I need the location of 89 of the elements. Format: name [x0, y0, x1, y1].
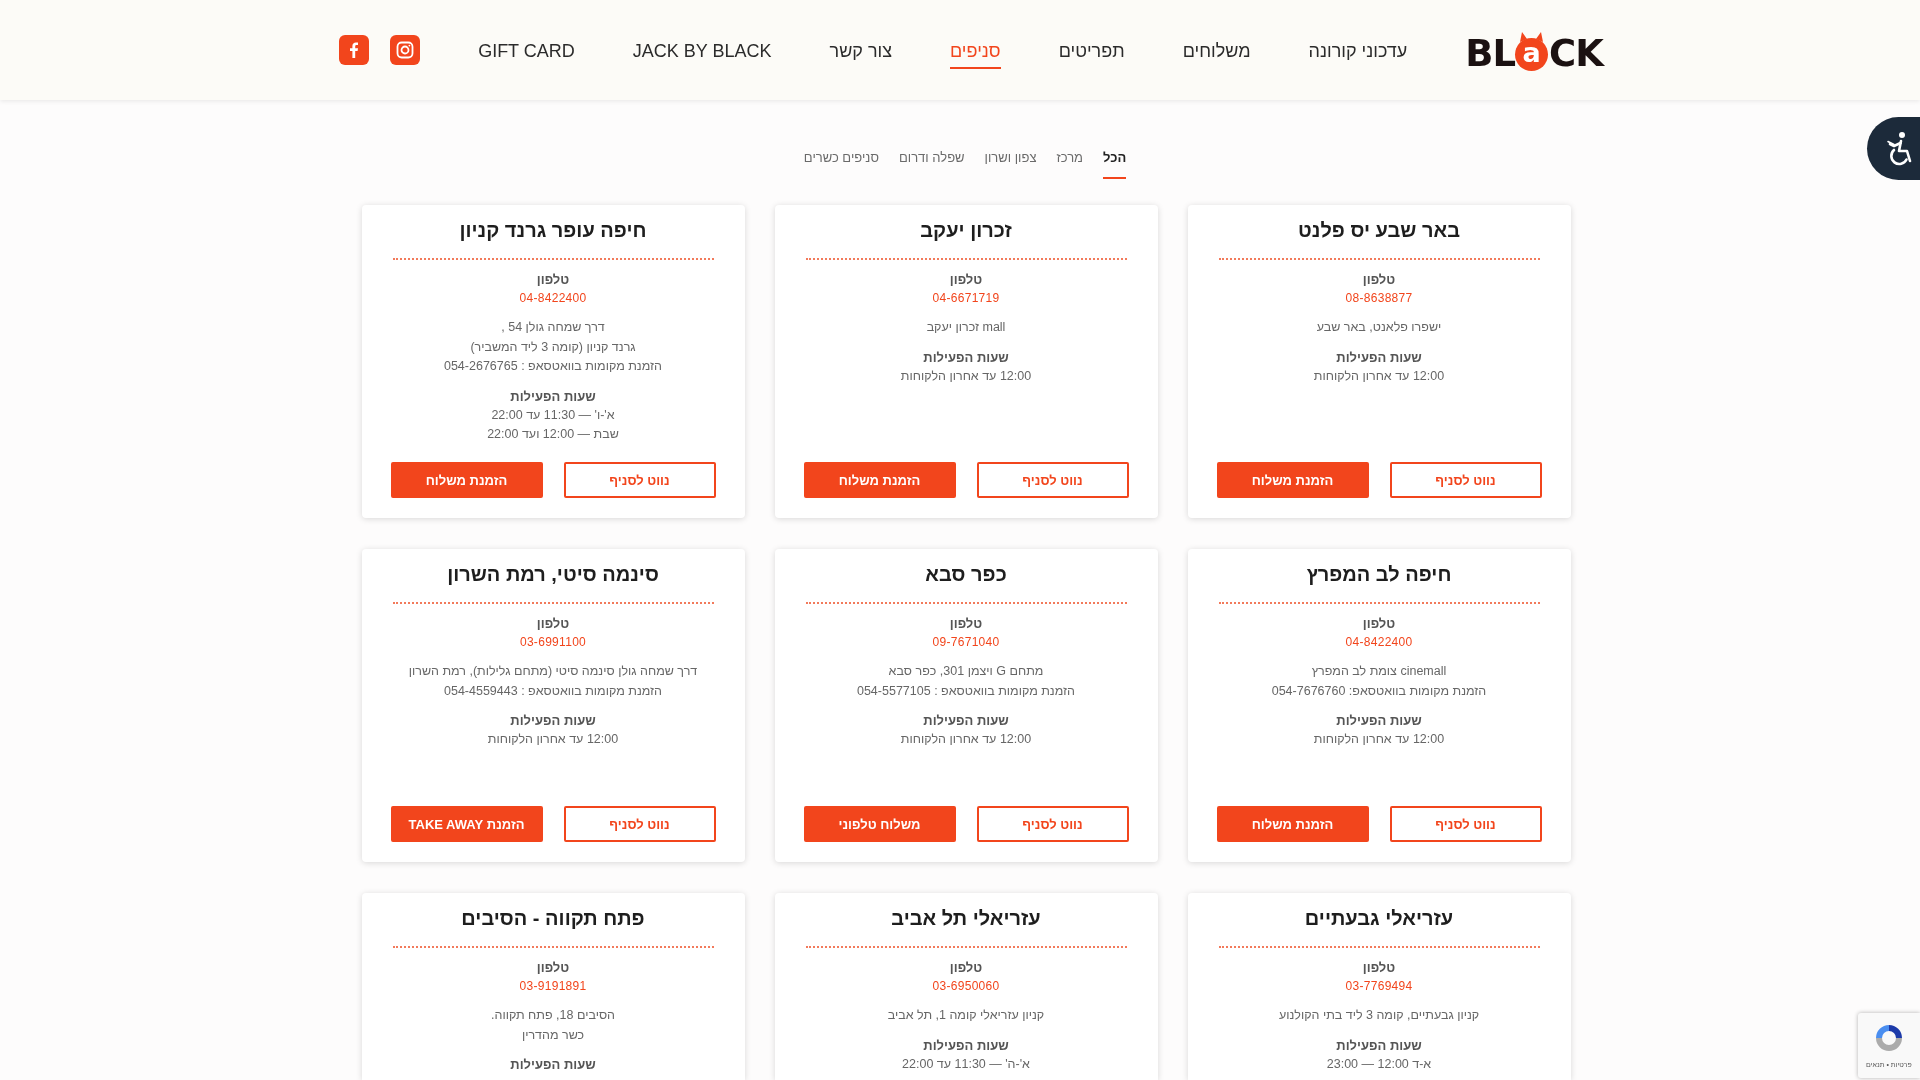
nav-link[interactable]: תפריטים: [1058, 31, 1125, 69]
hours-label: שעות הפעילות: [923, 1036, 1009, 1055]
branch-name: חיפה עופר גרנד קניון: [459, 218, 647, 243]
nav-link[interactable]: JACK BY BLACK: [632, 31, 772, 69]
hours-line: 12:00 עד אחרון הלקוחות: [1313, 731, 1445, 748]
phone-label: טלפון: [1362, 960, 1396, 976]
hours-label: שעות הפעילות: [1336, 348, 1422, 367]
hours-line: א'-ו' — 11:30 עד 22:00: [491, 406, 615, 424]
hours-line: 12:00 עד אחרון הלקוחות: [900, 731, 1032, 748]
hours-label: שעות הפעילות: [1336, 1036, 1422, 1055]
phone-link[interactable]: 03-6950060: [932, 976, 1000, 996]
branch-name: חיפה לב המפרץ: [1306, 562, 1452, 587]
navigate-button[interactable]: נווט לסניף: [976, 462, 1129, 498]
phone-link[interactable]: 04-8422400: [519, 288, 587, 308]
phone-label: טלפון: [949, 960, 983, 976]
phone-link[interactable]: 04-8422400: [1345, 632, 1413, 652]
filter-tab[interactable]: מרכז: [1056, 148, 1084, 179]
nav-link[interactable]: סניפים: [950, 31, 1001, 69]
address-line: הזמנת מקומות בוואטסאפ: 054-7676760: [1271, 682, 1487, 700]
address-line: קניון עזריאלי קומה 1, תל אביב: [887, 1007, 1045, 1024]
hours-label: שעות הפעילות: [923, 348, 1009, 367]
nav-link[interactable]: GIFT CARD: [478, 31, 575, 69]
hours-label: שעות הפעילות: [1336, 712, 1422, 730]
address-line: cinemall צומת לב המפרץ: [1311, 663, 1447, 680]
phone-label: טלפון: [536, 272, 570, 288]
nav-link[interactable]: משלוחים: [1182, 31, 1251, 69]
nav-link[interactable]: צור קשר: [829, 31, 892, 69]
address-line: גרנד קניון (קומה 3 ליד המשביר): [470, 338, 636, 356]
hours-line: א'-ה' — 11:30 עד 22:00: [902, 1055, 1030, 1073]
address-line: mall זכרון יעקב: [926, 319, 1006, 336]
navigate-button[interactable]: נווט לסניף: [563, 462, 716, 498]
phone-label: טלפון: [536, 960, 570, 976]
hours-line: 12:00 עד אחרון הלקוחות: [1313, 367, 1445, 385]
facebook-icon[interactable]: [339, 35, 370, 65]
address-line: ישפרו פלאנט, באר שבע: [1316, 319, 1442, 336]
address-line: דרך שמחה גולן 54 ,: [501, 319, 605, 336]
hours-label: שעות הפעילות: [923, 712, 1009, 730]
navigate-button[interactable]: נווט לסניף: [563, 806, 716, 842]
phone-link[interactable]: 09-7671040: [932, 632, 1000, 652]
phone-link[interactable]: 04-6671719: [932, 288, 1000, 308]
branch-name: עזריאלי תל אביב: [891, 906, 1041, 931]
phone-link[interactable]: 08-8638877: [1345, 288, 1413, 308]
order-button[interactable]: הזמנת משלוח: [1216, 462, 1369, 498]
branch-name: זכרון יעקב: [920, 218, 1012, 243]
phone-label: טלפון: [1362, 272, 1396, 288]
filter-tab[interactable]: צפון ושרון: [984, 148, 1037, 179]
phone-label: טלפון: [536, 616, 570, 632]
address-line: דרך שמחה גולן סינמה סיטי (מתחם גלילות), רמת השרון: [408, 663, 698, 680]
phone-link[interactable]: 03-9191891: [519, 976, 587, 996]
order-button[interactable]: הזמנת משלוח: [390, 462, 543, 498]
address-line: הזמנת מקומות בוואטסאפ : 054-2676765: [443, 358, 663, 375]
order-button[interactable]: הזמנת משלוח: [803, 462, 956, 498]
address-line: מתחם G ויצמן 301, כפר סבא: [888, 663, 1044, 680]
navigate-button[interactable]: נווט לסניף: [1389, 462, 1542, 498]
brand-logo[interactable]: BL a CK: [1465, 27, 1603, 73]
address-line: הסיבים 18, פתח תקווה.: [491, 1007, 615, 1024]
hours-label: שעות הפעילות: [510, 387, 596, 406]
phone-link[interactable]: 03-6991100: [519, 632, 587, 652]
instagram-icon[interactable]: [390, 35, 421, 65]
address-line: הזמנת מקומות בוואטסאפ : 054-4559443: [444, 682, 663, 700]
accessibility-button[interactable]: [1867, 117, 1920, 180]
hours-line: א-ד 12:00 — 23:00: [1326, 1055, 1432, 1073]
order-button[interactable]: משלוח טלפוני: [803, 806, 956, 842]
branch-name: באר שבע יס פלנט: [1298, 218, 1460, 243]
address-line: קניון גבעתיים, קומה 3 ליד בתי הקולנוע: [1278, 1007, 1480, 1024]
order-button[interactable]: הזמנת TAKE AWAY: [390, 806, 543, 842]
navigate-button[interactable]: נווט לסניף: [1389, 806, 1542, 842]
phone-label: טלפון: [1362, 616, 1396, 632]
filter-tab[interactable]: סניפים כשרים: [803, 148, 879, 179]
hours-label: שעות הפעילות: [510, 712, 596, 730]
nav-link[interactable]: עדכוני קורונה: [1308, 31, 1408, 69]
address-line: הזמנת מקומות בוואטסאפ : 054-5577105: [856, 682, 1076, 700]
filter-tab[interactable]: הכל: [1103, 148, 1127, 179]
branch-name: פתח תקווה - הסיבים: [461, 906, 645, 931]
filter-tab[interactable]: שפלה ודרום: [898, 148, 965, 179]
order-button[interactable]: הזמנת משלוח: [1216, 806, 1369, 842]
hours-line: שבת — 12:00 ועד 22:00: [487, 426, 619, 443]
branch-name: כפר סבא: [925, 562, 1007, 587]
address-line: כשר מהדרין: [521, 1026, 585, 1044]
branch-name: עזריאלי גבעתיים: [1304, 906, 1454, 931]
branch-name: סינמה סיטי, רמת השרון: [447, 562, 659, 587]
hours-line: 12:00 עד אחרון הלקוחות: [487, 731, 619, 748]
captcha-logo-icon: [1873, 1022, 1905, 1054]
phone-label: טלפון: [949, 272, 983, 288]
hours-line: 12:00 עד אחרון הלקוחות: [900, 367, 1032, 385]
hours-label: שעות הפעילות: [510, 1056, 596, 1074]
phone-label: טלפון: [949, 616, 983, 632]
navigate-button[interactable]: נווט לסניף: [976, 806, 1129, 842]
phone-link[interactable]: 03-7769494: [1345, 976, 1413, 996]
